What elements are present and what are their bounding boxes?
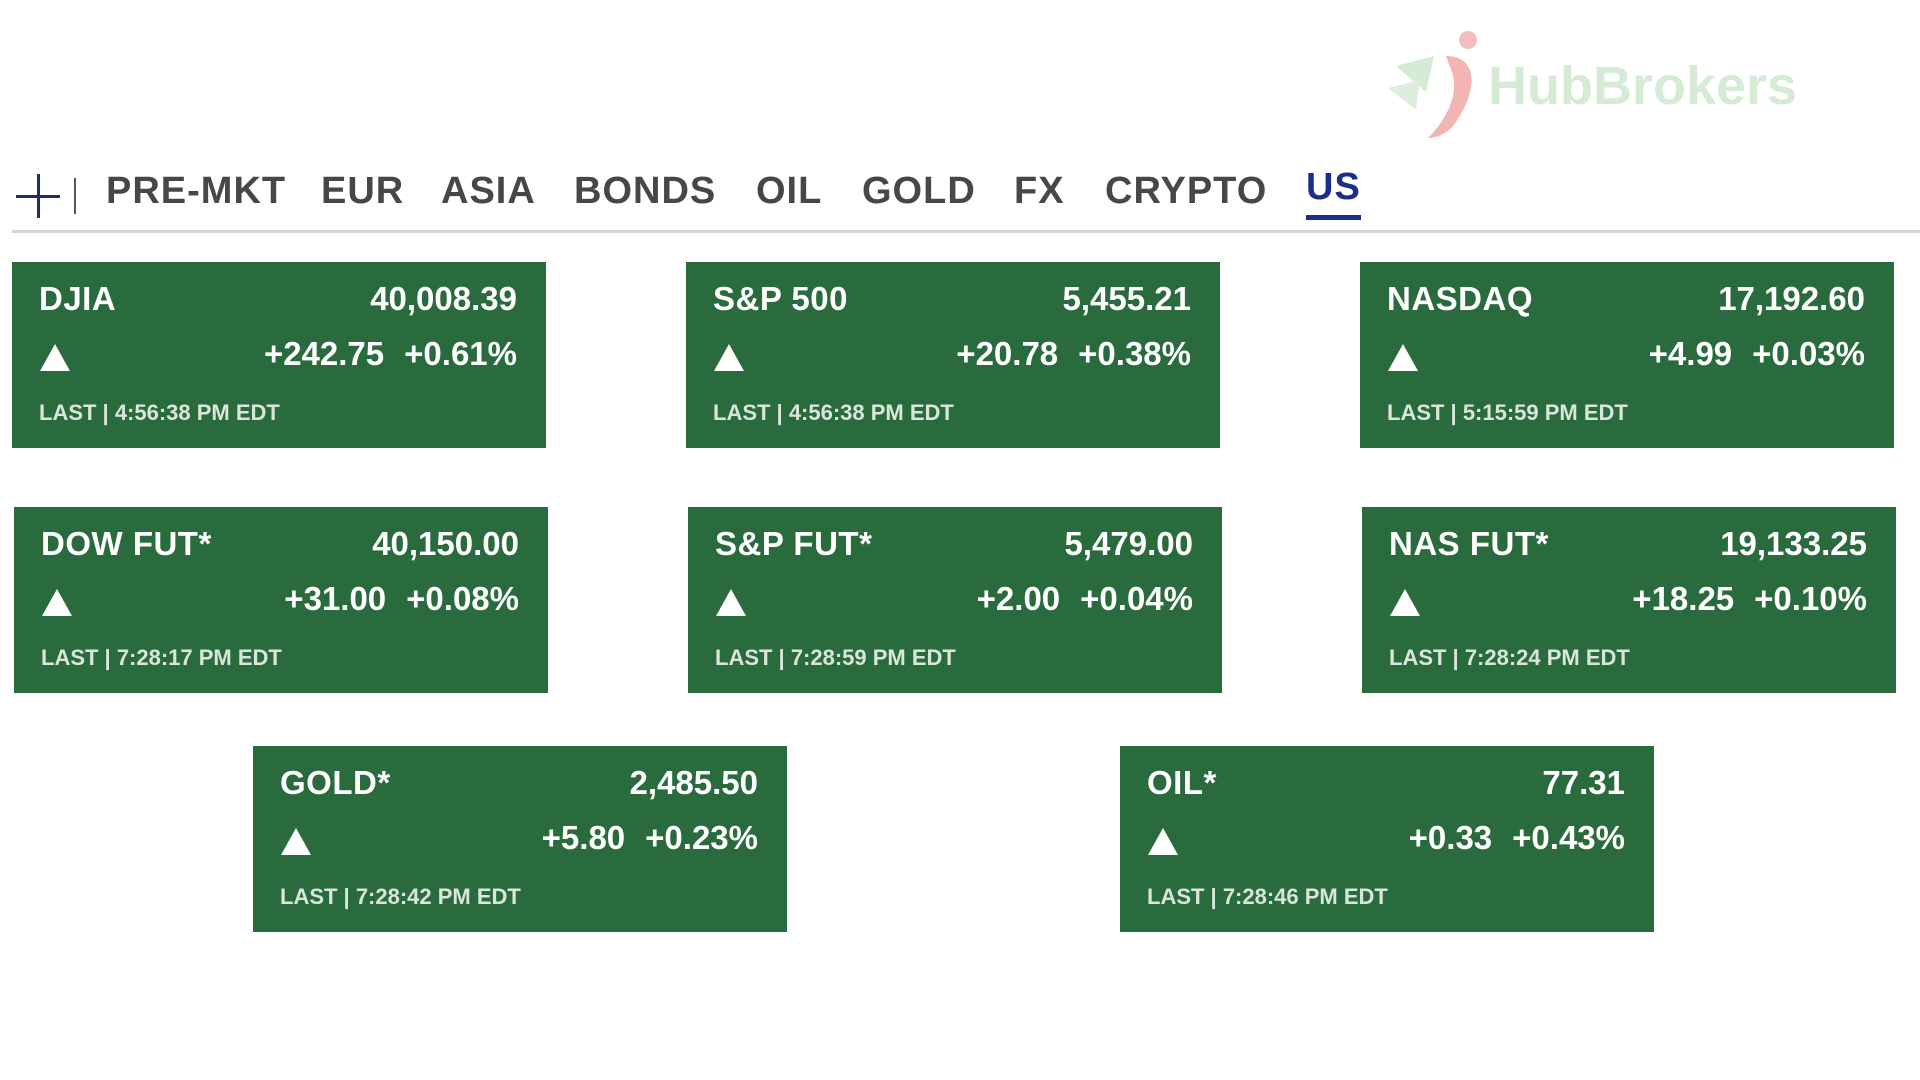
ticker-timestamp: LAST | 5:15:59 PM EDT [1387,400,1628,425]
logo-text: HubBrokers [1488,56,1798,116]
ticker-change-percent: +0.61% [404,335,517,372]
ticker-name: GOLD* [280,764,391,801]
ticker-price: 77.31 [1542,764,1625,801]
ticker-changes: +18.25 +0.10% [1632,580,1867,618]
ticker-changes: +20.78 +0.38% [956,335,1191,373]
ticker-changes: +5.80 +0.23% [542,819,758,857]
hubbrokers-logo: HubBrokers [1376,26,1797,146]
ticker-name: S&P 500 [713,280,848,317]
ticker-price: 40,150.00 [372,525,519,562]
ticker-timestamp: LAST | 4:56:38 PM EDT [39,400,280,425]
tab-bonds[interactable]: BONDS [574,170,716,213]
up-arrow-icon [42,589,72,616]
ticker-change-percent: +0.03% [1752,335,1865,372]
ticker-changes: +0.33 +0.43% [1409,819,1625,857]
ticker-change: +242.75 [263,335,385,372]
tab-asia[interactable]: ASIA [441,170,536,213]
ticker-change: +4.99 [1648,335,1733,372]
ticker-changes: +31.00 +0.08% [284,580,519,618]
up-arrow-icon [714,344,744,371]
ticker-changes: +2.00 +0.04% [977,580,1193,618]
ticker-name: S&P FUT* [715,525,873,562]
ticker-name: DJIA [39,280,117,317]
ticker-change-percent: +0.38% [1078,335,1191,372]
tab-divider [74,178,76,214]
ticker-change: +0.33 [1408,819,1493,856]
ticker-timestamp: LAST | 7:28:24 PM EDT [1389,645,1630,670]
ticker-card-dow-fut[interactable]: DOW FUT* 40,150.00 +31.00 +0.08% LAST | 7… [14,507,548,693]
ticker-change-percent: +0.43% [1512,819,1625,856]
tab-eur[interactable]: EUR [321,170,404,213]
ticker-name: NAS FUT* [1389,525,1549,562]
ticker-timestamp: LAST | 7:28:59 PM EDT [715,645,956,670]
ticker-name: OIL* [1147,764,1217,801]
up-arrow-icon [716,589,746,616]
ticker-timestamp: LAST | 7:28:42 PM EDT [280,884,521,909]
ticker-change: +5.80 [541,819,626,856]
ticker-price: 5,455.21 [1062,280,1191,317]
market-tab-bar: PRE-MKT EUR ASIA BONDS OIL GOLD FX CRYPT… [12,160,1920,233]
tab-crypto[interactable]: CRYPTO [1105,170,1267,213]
tab-us[interactable]: US [1306,166,1361,220]
up-arrow-icon [1388,344,1418,371]
up-arrow-icon [40,344,70,371]
ticker-name: NASDAQ [1387,280,1534,317]
tab-fx[interactable]: FX [1014,170,1065,213]
ticker-change: +2.00 [976,580,1061,617]
ticker-changes: +242.75 +0.61% [264,335,517,373]
ticker-change: +20.78 [956,335,1059,372]
ticker-change-percent: +0.10% [1754,580,1867,617]
up-arrow-icon [1390,589,1420,616]
tab-pre-mkt[interactable]: PRE-MKT [106,170,286,213]
ticker-timestamp: LAST | 4:56:38 PM EDT [713,400,954,425]
ticker-card-gold[interactable]: GOLD* 2,485.50 +5.80 +0.23% LAST | 7:28:4… [253,746,787,932]
ticker-price: 5,479.00 [1064,525,1193,562]
ticker-card-djia[interactable]: DJIA 40,008.39 +242.75 +0.61% LAST | 4:56… [12,262,546,448]
tab-oil[interactable]: OIL [756,170,822,213]
ticker-name: DOW FUT* [41,525,212,562]
ticker-changes: +4.99 +0.03% [1649,335,1865,373]
ticker-change: +31.00 [284,580,387,617]
ticker-card-nasdaq[interactable]: NASDAQ 17,192.60 +4.99 +0.03% LAST | 5:15… [1360,262,1894,448]
ticker-change-percent: +0.04% [1080,580,1193,617]
ticker-card-sp-fut[interactable]: S&P FUT* 5,479.00 +2.00 +0.04% LAST | 7:2… [688,507,1222,693]
tab-gold[interactable]: GOLD [862,170,976,213]
up-arrow-icon [281,828,311,855]
ticker-change: +18.25 [1632,580,1735,617]
ticker-timestamp: LAST | 7:28:17 PM EDT [41,645,282,670]
ticker-card-sp500[interactable]: S&P 500 5,455.21 +20.78 +0.38% LAST | 4:5… [686,262,1220,448]
ticker-price: 19,133.25 [1720,525,1867,562]
ticker-price: 17,192.60 [1718,280,1865,317]
add-icon[interactable] [16,174,60,218]
ticker-price: 2,485.50 [629,764,758,801]
page: HubBrokers PRE-MKT EUR ASIA BONDS OIL GO… [0,0,1920,1080]
ticker-card-oil[interactable]: OIL* 77.31 +0.33 +0.43% LAST | 7:28:46 PM… [1120,746,1654,932]
ticker-change-percent: +0.23% [645,819,758,856]
up-arrow-icon [1148,828,1178,855]
ticker-card-nas-fut[interactable]: NAS FUT* 19,133.25 +18.25 +0.10% LAST | 7… [1362,507,1896,693]
ticker-timestamp: LAST | 7:28:46 PM EDT [1147,884,1388,909]
logo-figure-icon [1388,31,1477,138]
ticker-change-percent: +0.08% [406,580,519,617]
ticker-price: 40,008.39 [370,280,517,317]
